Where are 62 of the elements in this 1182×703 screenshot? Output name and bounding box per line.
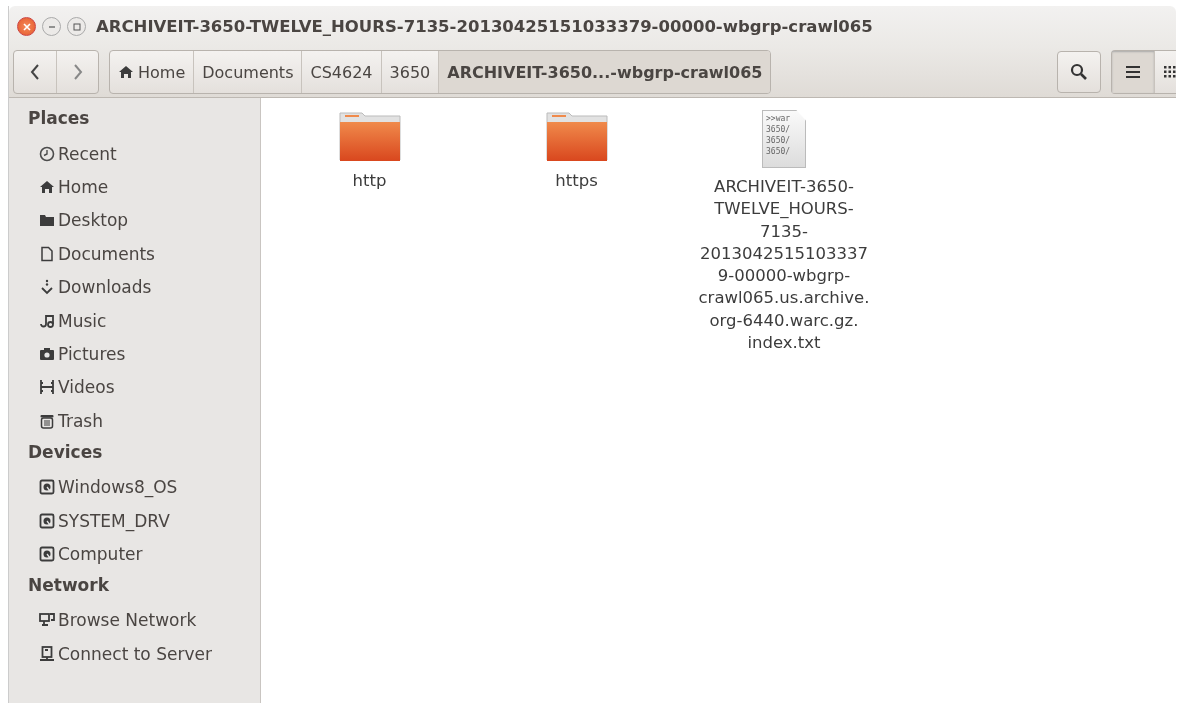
home-icon <box>118 64 134 80</box>
path-button[interactable]: Documents <box>194 51 303 93</box>
close-button[interactable] <box>17 17 36 36</box>
sidebar-heading: Devices <box>27 440 104 464</box>
music-note-icon <box>39 312 55 329</box>
file-name: ARCHIVEIT-3650- TWELVE_HOURS- 7135- 2013042515103337 9-00000-wbgrp- crawl065.us.archive. org-6440.warc.gz. index.txt <box>698 176 870 355</box>
sidebar-item[interactable]: Downloads <box>9 270 260 304</box>
file-item[interactable]: >>war 3650/ 3650/ 3650/ ARCHIVEIT-3650- TWELVE_HOURS- 7135- 2013042515103337 9-00000-wbgrp- crawl065.us.archive. org-6440.warc.gz. index.txt <box>680 110 888 355</box>
home-icon <box>39 179 55 196</box>
sidebar-item[interactable]: Home <box>9 170 260 204</box>
sidebar-item[interactable]: Connect to Server <box>9 637 260 671</box>
grid-view-button[interactable] <box>1154 51 1176 93</box>
search-button[interactable] <box>1057 51 1101 93</box>
preview-text: 3650/ <box>766 135 792 146</box>
chevron-right-icon <box>72 64 83 80</box>
chevron-left-icon <box>30 64 40 80</box>
window-title: ARCHIVEIT-3650-TWELVE_HOURS-7135-20130425151033379-00000-wbgrp-crawl065 <box>96 17 873 36</box>
drive-icon <box>39 512 55 529</box>
sidebar-item[interactable]: Pictures <box>9 337 260 371</box>
drive-icon <box>39 546 55 562</box>
preview-text: 3650/ <box>766 146 792 157</box>
sidebar-item[interactable]: Music <box>9 303 260 338</box>
sidebar-item[interactable]: Browse Network <box>9 603 260 638</box>
folder-icon <box>545 110 608 162</box>
clock-icon <box>39 145 55 162</box>
sidebar-item[interactable]: Videos <box>9 370 260 405</box>
sidebar-item[interactable]: Trash <box>9 404 260 438</box>
folder-icon <box>39 212 55 229</box>
sidebar-item[interactable]: Recent <box>9 137 260 171</box>
film-strip-icon <box>39 379 55 396</box>
download-icon <box>39 279 55 296</box>
file-name: https <box>555 170 598 192</box>
path-button[interactable]: ARCHIVEIT-3650...-wbgrp-crawl065 <box>439 51 771 93</box>
list-view-button[interactable] <box>1112 51 1154 93</box>
sidebar-item[interactable]: SYSTEM_DRV <box>9 503 260 538</box>
list-icon <box>1126 66 1140 78</box>
sidebar-item[interactable]: Computer <box>9 537 260 571</box>
sidebar-heading: Network <box>27 573 110 597</box>
folder-icon <box>338 110 401 162</box>
maximize-icon <box>72 22 81 31</box>
sidebar-item[interactable]: Documents <box>9 237 260 271</box>
file-name: http <box>352 170 387 192</box>
preview-text: >>war <box>766 113 792 124</box>
trash-icon <box>39 412 55 429</box>
sidebar-item[interactable]: Windows8_OS <box>9 470 260 504</box>
path-button[interactable]: Home <box>110 51 195 93</box>
close-icon <box>22 22 31 31</box>
minimize-button[interactable] <box>42 17 61 36</box>
sidebar-item[interactable]: Desktop <box>9 203 260 238</box>
drive-icon <box>39 479 55 496</box>
preview-text: 3650/ <box>766 124 792 135</box>
sidebar-heading: Places <box>27 107 91 130</box>
maximize-button[interactable] <box>67 17 86 36</box>
network-icon <box>39 612 55 629</box>
search-icon <box>1070 63 1088 81</box>
file-item[interactable]: http <box>266 110 473 193</box>
file-item[interactable]: https <box>473 110 680 193</box>
grid-icon <box>1164 66 1176 78</box>
document-icon <box>39 245 55 262</box>
server-icon <box>39 645 55 662</box>
camera-icon <box>39 346 55 363</box>
path-button[interactable]: CS4624 <box>302 51 382 93</box>
